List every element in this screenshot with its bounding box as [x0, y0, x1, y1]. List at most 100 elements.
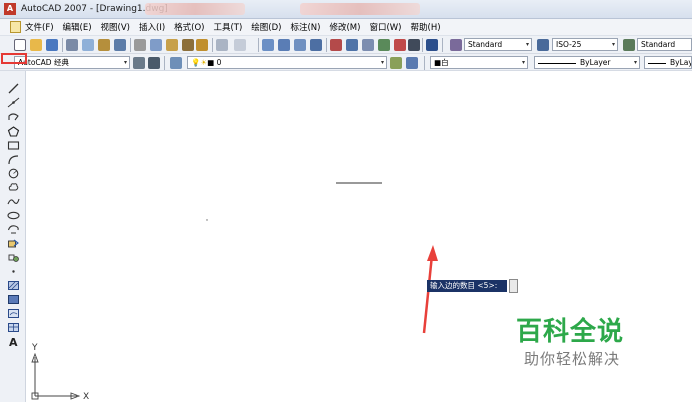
linetype-combo[interactable]: ByLayer ▾ — [534, 56, 640, 69]
text-style-icon[interactable] — [450, 39, 462, 51]
tool-palettes-icon[interactable] — [362, 39, 374, 51]
zoom-realtime-icon[interactable] — [278, 39, 290, 51]
toolbar-separator — [164, 56, 165, 70]
toolbar-separator — [442, 38, 443, 52]
redo-icon[interactable] — [234, 39, 246, 51]
layers-toolbar: AutoCAD 经典 ▾ 💡☀■ 0 ▾ ■白 ▾ ByLayer ▾ ByLay — [0, 54, 692, 71]
save-icon[interactable] — [46, 39, 58, 51]
polygon-tool-highlight — [1, 53, 27, 64]
region-tool-icon[interactable] — [7, 308, 20, 319]
table-tool-icon[interactable] — [7, 322, 20, 333]
publish-icon[interactable] — [98, 39, 110, 51]
color-combo[interactable]: ■白 ▾ — [430, 56, 528, 69]
3d-dwf-icon[interactable] — [114, 39, 126, 51]
match-properties-icon[interactable] — [182, 39, 194, 51]
workspace-settings-icon[interactable] — [133, 57, 145, 69]
layer-previous-icon[interactable] — [406, 57, 418, 69]
help-icon[interactable] — [426, 39, 438, 51]
menu-window[interactable]: 窗口(W) — [369, 21, 401, 33]
menu-help[interactable]: 帮助(H) — [411, 21, 441, 33]
table-style-combo[interactable]: Standard — [637, 38, 692, 51]
zoom-previous-icon[interactable] — [310, 39, 322, 51]
copy-icon[interactable] — [150, 39, 162, 51]
properties-icon[interactable] — [330, 39, 342, 51]
line-tool-icon[interactable] — [7, 83, 20, 94]
hatch-tool-icon[interactable] — [7, 280, 20, 291]
ellipse-tool-icon[interactable] — [7, 210, 20, 221]
make-block-icon[interactable] — [7, 252, 20, 263]
draw-toolbar: A — [0, 71, 26, 402]
svg-text:A: A — [9, 336, 18, 347]
toolbar-separator — [326, 38, 327, 52]
linetype-preview — [538, 62, 576, 64]
toolbar-separator — [422, 38, 423, 52]
browser-tab-blurred-1[interactable] — [145, 3, 245, 15]
standard-toolbar: Standard ▾ ISO-25 ▾ Standard — [0, 36, 692, 54]
watermark-title: 百科全说 — [516, 317, 625, 347]
layer-manager-icon[interactable] — [170, 57, 182, 69]
ucs-y-label: Y — [32, 343, 38, 353]
table-style-icon[interactable] — [623, 39, 635, 51]
insert-block-icon[interactable] — [7, 238, 20, 249]
toolbar-separator — [424, 56, 425, 70]
ucs-x-label: X — [83, 392, 90, 402]
dynamic-input-field[interactable] — [509, 279, 518, 293]
menu-edit[interactable]: 编辑(E) — [63, 21, 92, 33]
lineweight-preview — [648, 62, 666, 64]
polygon-tool-icon[interactable] — [7, 126, 20, 137]
gradient-tool-icon[interactable] — [7, 294, 20, 305]
revision-cloud-icon[interactable] — [7, 182, 20, 193]
markup-icon[interactable] — [394, 39, 406, 51]
zoom-window-icon[interactable] — [294, 39, 306, 51]
browser-tab-blurred-2[interactable] — [300, 3, 420, 15]
ellipse-arc-icon[interactable] — [7, 224, 20, 235]
watermark-subtitle: 助你轻松解决 — [524, 350, 621, 368]
menu-modify[interactable]: 修改(M) — [329, 21, 360, 33]
ucs-icon — [31, 352, 81, 400]
toolbar-separator — [62, 38, 63, 52]
design-center-icon[interactable] — [346, 39, 358, 51]
dimension-style-icon[interactable] — [537, 39, 549, 51]
toolbar-separator — [212, 38, 213, 52]
text-style-combo[interactable]: Standard ▾ — [464, 38, 532, 51]
plot-preview-icon[interactable] — [82, 39, 94, 51]
cut-icon[interactable] — [134, 39, 146, 51]
paste-icon[interactable] — [166, 39, 178, 51]
document-icon[interactable] — [10, 21, 21, 33]
undo-icon[interactable] — [216, 39, 228, 51]
polyline-icon[interactable] — [7, 111, 20, 122]
multiline-text-icon[interactable]: A — [7, 336, 20, 347]
block-editor-icon[interactable] — [196, 39, 208, 51]
title-bar: A AutoCAD 2007 - [Drawing1.dwg] — [0, 0, 692, 19]
menu-draw[interactable]: 绘图(D) — [251, 21, 281, 33]
menu-dimension[interactable]: 标注(N) — [290, 21, 320, 33]
menu-bar: 文件(F) 编辑(E) 视图(V) 插入(I) 格式(O) 工具(T) 绘图(D… — [0, 19, 692, 36]
calculator-icon[interactable] — [408, 39, 420, 51]
print-icon[interactable] — [66, 39, 78, 51]
sheet-set-icon[interactable] — [378, 39, 390, 51]
lineweight-combo[interactable]: ByLay — [644, 56, 692, 69]
menu-format[interactable]: 格式(O) — [174, 21, 204, 33]
pan-icon[interactable] — [262, 39, 274, 51]
rectangle-tool-icon[interactable] — [7, 140, 20, 151]
arc-tool-icon[interactable] — [7, 154, 20, 165]
dimension-style-combo[interactable]: ISO-25 ▾ — [552, 38, 618, 51]
make-current-layer-icon[interactable] — [390, 57, 402, 69]
autocad-logo-icon: A — [4, 3, 16, 15]
menu-insert[interactable]: 插入(I) — [139, 21, 165, 33]
workspace-combo[interactable]: AutoCAD 经典 ▾ — [14, 56, 130, 69]
toolbar-separator — [130, 38, 131, 52]
workspace-save-icon[interactable] — [148, 57, 160, 69]
open-file-icon[interactable] — [30, 39, 42, 51]
layer-combo[interactable]: 💡☀■ 0 ▾ — [187, 56, 387, 69]
new-file-icon[interactable] — [14, 39, 26, 51]
construction-line-icon[interactable] — [7, 97, 20, 108]
menu-file[interactable]: 文件(F) — [25, 21, 54, 33]
toolbar-separator — [258, 38, 259, 52]
dynamic-input-prompt: 输入边的数目 <5>: — [427, 280, 507, 292]
point-tool-icon[interactable] — [7, 266, 20, 277]
menu-tools[interactable]: 工具(T) — [213, 21, 242, 33]
circle-tool-icon[interactable] — [7, 168, 20, 179]
menu-view[interactable]: 视图(V) — [101, 21, 130, 33]
spline-tool-icon[interactable] — [7, 196, 20, 207]
